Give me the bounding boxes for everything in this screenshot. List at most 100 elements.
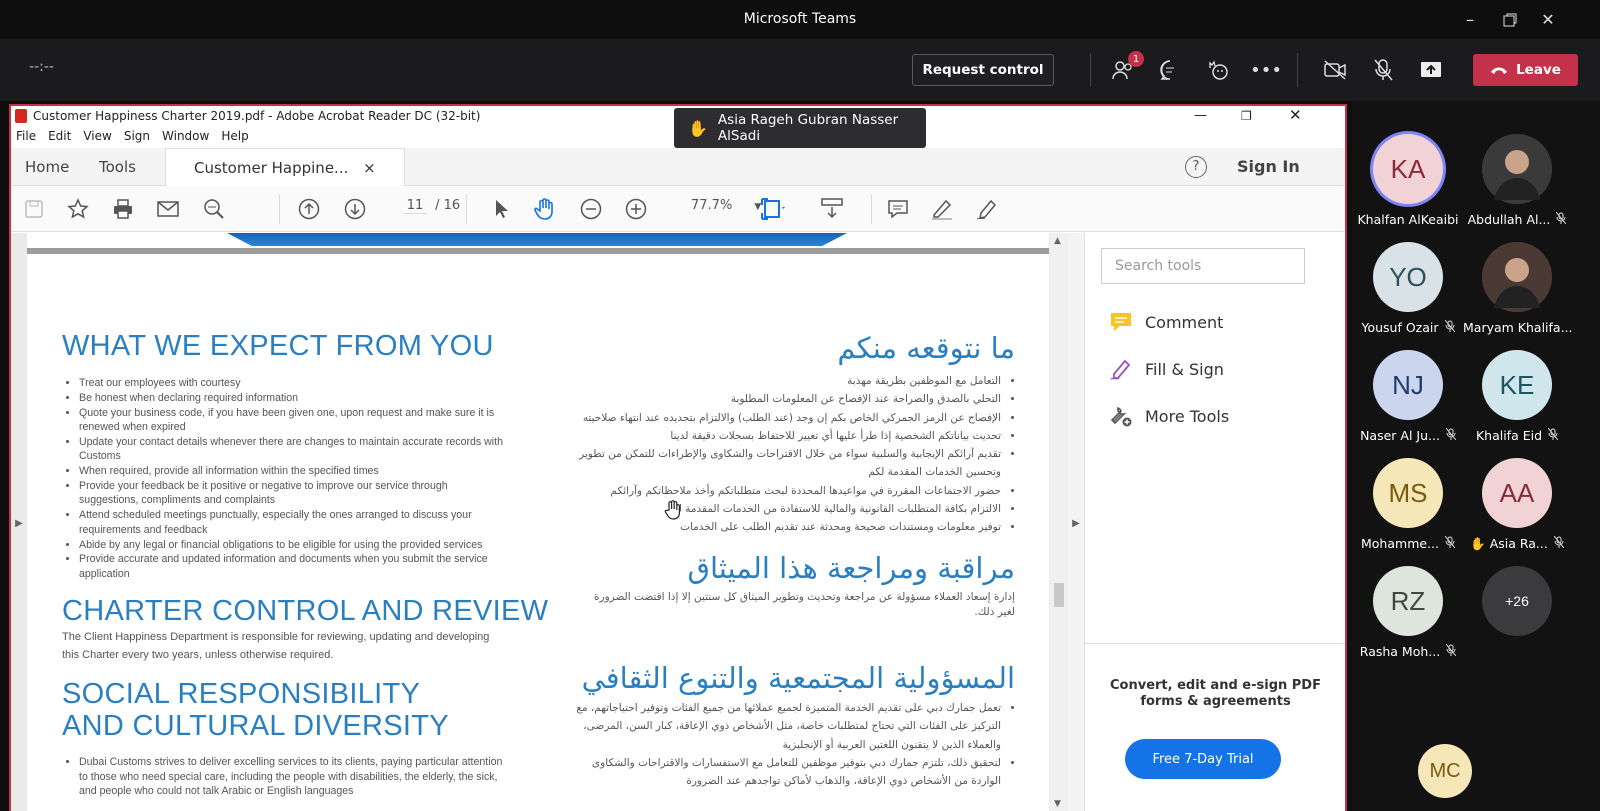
next-page-icon[interactable] — [342, 196, 368, 222]
participant-name: Maryam Khalifa... — [1463, 320, 1573, 335]
left-pane-toggle-icon[interactable]: ▶ — [11, 233, 27, 811]
list-item: When required, provide all information w… — [79, 464, 509, 479]
zoom-in-icon[interactable] — [623, 196, 649, 222]
mic-off-button[interactable] — [1368, 55, 1398, 85]
zoom-out-icon[interactable] — [578, 196, 604, 222]
tab-home[interactable]: Home — [25, 148, 69, 186]
save-icon[interactable] — [21, 196, 47, 222]
previous-page-icon[interactable] — [296, 196, 322, 222]
scroll-thumb[interactable] — [1054, 583, 1064, 607]
tools-pane: Search tools Comment Fill & Sign More To… — [1084, 233, 1345, 811]
page-number-input[interactable]: 11 — [403, 198, 427, 214]
tool-more-tools[interactable]: More Tools — [1109, 404, 1229, 428]
participant-tile[interactable]: MC — [1391, 744, 1499, 798]
acrobat-restore-icon[interactable]: ❐ — [1241, 106, 1252, 126]
phone-hangup-icon — [1491, 67, 1508, 74]
more-options-icon[interactable]: ••• — [1250, 55, 1282, 85]
list-item: تقديم آرائكم الإيجابية والسلبية سواء من … — [571, 445, 1001, 482]
sign-in-link[interactable]: Sign In — [1237, 148, 1300, 186]
leave-button[interactable]: Leave — [1473, 54, 1578, 86]
select-cursor-icon[interactable] — [488, 196, 514, 222]
participant-tile[interactable]: +26 — [1463, 566, 1571, 636]
scroll-down-icon[interactable]: ▼ — [1054, 799, 1061, 809]
comment-icon[interactable] — [885, 196, 911, 222]
chat-button[interactable] — [1155, 55, 1185, 85]
participants-button[interactable]: 1 — [1108, 51, 1144, 85]
page-header-banner — [227, 233, 847, 246]
document-viewport[interactable]: WHAT WE EXPECT FROM YOU Treat our employ… — [11, 233, 1068, 811]
tool-fill-sign[interactable]: Fill & Sign — [1109, 357, 1224, 381]
heading-charter-control: CHARTER CONTROL AND REVIEW — [62, 595, 549, 627]
scroll-up-icon[interactable]: ▲ — [1054, 236, 1061, 246]
fill-sign-icon — [1110, 359, 1131, 380]
close-icon[interactable]: ✕ — [1528, 0, 1568, 39]
list-item: Dubai Customs strives to deliver excelli… — [79, 755, 509, 799]
right-pane-toggle-icon[interactable]: ▶ — [1068, 233, 1084, 811]
menu-sign[interactable]: Sign — [124, 126, 150, 146]
mic-muted-icon — [1444, 319, 1455, 335]
help-icon[interactable]: ? — [1185, 156, 1207, 178]
participant-name: Abdullah Al... — [1463, 211, 1571, 227]
arabic-heading-expect: ما نتوقعه منكم — [837, 331, 1015, 365]
camera-off-button[interactable] — [1320, 55, 1350, 85]
participant-tile[interactable]: YO Yousuf Ozair — [1354, 242, 1462, 335]
participant-name: Yousuf Ozair — [1354, 319, 1462, 335]
print-icon[interactable] — [110, 196, 136, 222]
participant-avatar: MS — [1373, 458, 1443, 528]
raised-hand-icon: ✋ — [1470, 536, 1490, 551]
trial-promo: Convert, edit and e-sign PDF forms & agr… — [1085, 643, 1345, 811]
list-item: Provide your feedback be it positive or … — [79, 479, 509, 508]
participant-avatar: MC — [1418, 744, 1472, 798]
menu-help[interactable]: Help — [221, 126, 248, 146]
acrobat-window-title: Customer Happiness Charter 2019.pdf - Ad… — [33, 109, 481, 123]
tool-fill-sign-label: Fill & Sign — [1145, 359, 1224, 379]
free-trial-button[interactable]: Free 7-Day Trial — [1125, 739, 1281, 779]
highlight-pen-icon[interactable] — [929, 196, 955, 222]
mic-muted-icon — [1444, 535, 1456, 551]
participant-avatar: YO — [1373, 242, 1443, 312]
reactions-button[interactable] — [1203, 55, 1233, 85]
tab-tools[interactable]: Tools — [99, 148, 136, 186]
restore-icon[interactable] — [1490, 0, 1530, 39]
request-control-button[interactable]: Request control — [912, 54, 1054, 86]
menu-window[interactable]: Window — [162, 126, 209, 146]
participant-tile[interactable]: Abdullah Al... — [1463, 134, 1571, 227]
acrobat-close-icon[interactable]: ✕ — [1289, 106, 1302, 125]
participant-tile[interactable]: AA ✋ Asia Ra... — [1463, 458, 1571, 552]
share-tray-button[interactable] — [1416, 55, 1446, 85]
participant-name-label: Khalfan AlKeaibi — [1357, 212, 1459, 227]
tab-document[interactable]: Customer Happine... × — [165, 148, 405, 187]
acrobat-minimize-icon[interactable]: — — [1194, 106, 1207, 126]
tool-comment-label: Comment — [1145, 312, 1224, 332]
participant-tile[interactable]: KE Khalifa Eid — [1463, 350, 1571, 443]
document-scrollbar[interactable]: ▲ ▼ — [1050, 233, 1068, 811]
menu-file[interactable]: File — [16, 126, 36, 146]
heading-social-responsibility: SOCIAL RESPONSIBILITY AND CULTURAL DIVER… — [62, 678, 449, 742]
menu-edit[interactable]: Edit — [48, 126, 71, 146]
participant-tile[interactable]: Maryam Khalifa... — [1463, 242, 1573, 335]
participant-tile[interactable]: MS Mohamme... — [1354, 458, 1462, 551]
email-icon[interactable] — [155, 196, 181, 222]
zoom-search-icon[interactable] — [201, 196, 227, 222]
menu-view[interactable]: View — [83, 126, 111, 146]
minimize-icon[interactable]: – — [1450, 0, 1490, 39]
zoom-select[interactable]: 77.7% ▼ — [691, 198, 761, 213]
scroll-mode-icon[interactable] — [819, 196, 845, 222]
participant-tile[interactable]: KA Khalfan AlKeaibi — [1354, 134, 1462, 227]
tool-comment[interactable]: Comment — [1109, 310, 1223, 334]
more-tools-icon — [1110, 406, 1132, 427]
search-tools-input[interactable]: Search tools — [1101, 248, 1305, 284]
tab-close-icon[interactable]: × — [363, 159, 376, 177]
participant-tile[interactable]: RZ Rasha Moh... — [1354, 566, 1462, 659]
divider — [1090, 53, 1091, 87]
social-responsibility-list: Dubai Customs strives to deliver excelli… — [79, 755, 509, 799]
page-fit-icon[interactable] — [761, 196, 787, 222]
participant-tile[interactable]: NJ Naser Al Ju... — [1354, 350, 1462, 443]
participant-name-label: Maryam Khalifa... — [1463, 320, 1573, 335]
bookmark-star-icon[interactable] — [65, 196, 91, 222]
promo-text: Convert, edit and e-sign PDF forms & agr… — [1110, 678, 1321, 709]
sign-pen-icon[interactable] — [974, 196, 1000, 222]
hand-tool-icon[interactable] — [532, 196, 558, 222]
raised-hand-name: Asia Rageh Gubran Nasser AlSadi — [717, 112, 899, 144]
arabic-heading-social: المسؤولية المجتمعية والتنوع الثقافي — [581, 661, 1015, 695]
